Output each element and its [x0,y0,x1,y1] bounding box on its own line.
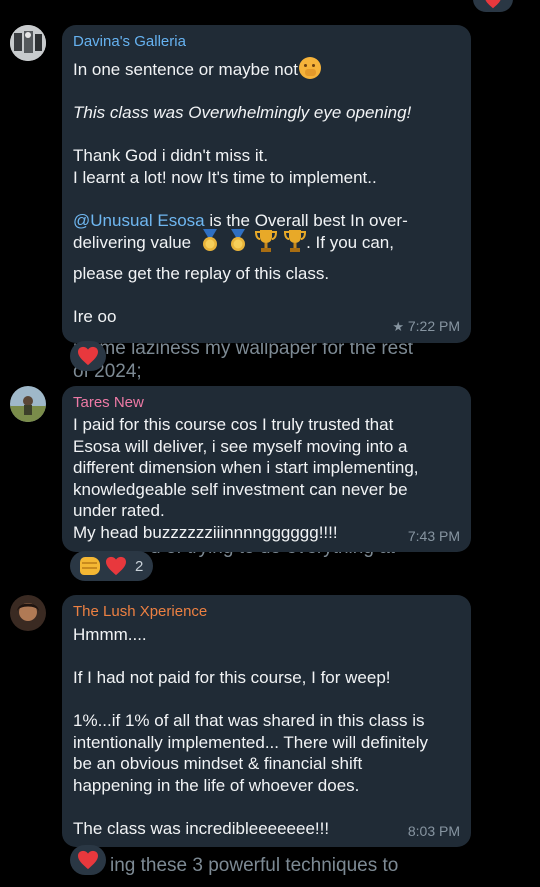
top-reaction-pill[interactable] [473,0,513,12]
sender-name[interactable]: The Lush Xperience [73,603,459,621]
message-text: I paid for this course cos I truly trust… [73,415,419,542]
heart-reaction[interactable] [70,845,106,875]
message-text: In one sentence or maybe not This class … [73,57,459,328]
message-timestamp: 8:03 PM [407,823,460,839]
sender-name[interactable]: Tares New [73,394,459,412]
star-icon: ★ [392,319,404,334]
message-timestamp: ★ 7:22 PM [392,318,460,334]
background-message-text: ing these 3 powerful techniques to [110,855,399,876]
message-bubble[interactable]: Tares New I paid for this course cos I t… [62,386,471,552]
mention-link[interactable]: @Unusual Esosa [73,211,205,230]
sender-name[interactable]: Davina's Galleria [73,33,459,51]
trophy-icon [284,229,307,263]
avatar[interactable] [10,386,46,422]
reaction-group[interactable]: 2 [70,551,154,581]
face-with-hand-over-mouth-emoji [298,57,321,79]
message-text: Hmmm.... If I had not paid for this cour… [73,625,428,838]
oncoming-fist-emoji [80,557,100,575]
medal-icon [228,229,248,263]
reaction-count: 2 [135,557,144,575]
trophy-icon [255,229,278,263]
message-bubble[interactable]: The Lush Xperience Hmmm.... If I had not… [62,595,471,847]
message-bubble[interactable]: Davina's Galleria In one sentence or may… [62,25,471,343]
message-timestamp: 7:43 PM [407,528,460,544]
avatar[interactable] [10,25,46,61]
heart-icon [106,556,126,576]
avatar[interactable] [10,595,46,631]
heart-icon [78,346,98,366]
medal-icon [200,229,220,263]
heart-icon [78,850,98,870]
heart-icon [485,0,501,9]
heart-reaction[interactable] [70,341,106,371]
